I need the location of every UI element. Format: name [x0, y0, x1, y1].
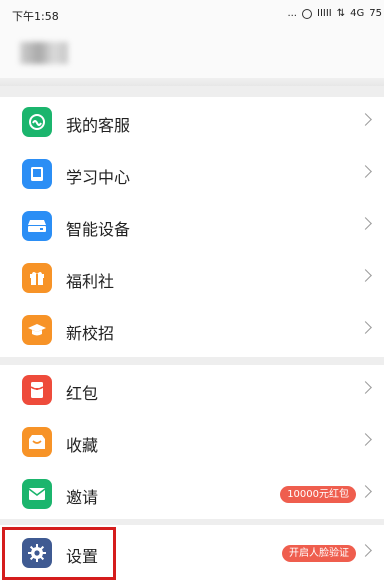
- menu-item-favorites[interactable]: 收藏: [0, 417, 384, 469]
- customer-service-icon: [22, 107, 52, 137]
- collection-box-icon: [22, 427, 52, 457]
- status-time: 下午1:58: [12, 10, 59, 23]
- menu-label: 收藏: [66, 436, 99, 455]
- face-verify-badge: 开启人脸验证: [282, 545, 356, 562]
- profile-header[interactable]: [0, 28, 384, 78]
- data-arrows-icon: ⇅: [336, 8, 346, 19]
- invite-reward-badge: 10000元红包: [280, 486, 356, 503]
- menu-item-campus-recruit[interactable]: 新校招: [0, 305, 384, 357]
- chevron-right-icon: [359, 433, 372, 446]
- menu-group-2: 红包 收藏 邀请 10000元红包: [0, 365, 384, 519]
- menu-label: 邀请: [66, 488, 99, 507]
- battery-level: 75: [369, 8, 382, 19]
- more-dots: ...: [287, 8, 297, 19]
- header-divider: [0, 78, 384, 86]
- chevron-right-icon: [359, 381, 372, 394]
- gift-icon: [22, 263, 52, 293]
- menu-label: 新校招: [66, 324, 115, 343]
- envelope-icon: [22, 479, 52, 509]
- menu-group-1: 我的客服 学习中心 智能设备 福利社 新校招: [0, 97, 384, 357]
- menu-label: 我的客服: [66, 116, 131, 135]
- menu-item-welfare[interactable]: 福利社: [0, 253, 384, 305]
- menu-item-smart-devices[interactable]: 智能设备: [0, 201, 384, 253]
- chevron-right-icon: [359, 217, 372, 230]
- chevron-right-icon: [359, 113, 372, 126]
- chevron-right-icon: [359, 321, 372, 334]
- menu-item-customer-service[interactable]: 我的客服: [0, 97, 384, 149]
- menu-label: 福利社: [66, 272, 115, 291]
- chevron-right-icon: [359, 544, 372, 557]
- chevron-right-icon: [359, 269, 372, 282]
- menu-item-red-packet[interactable]: 红包: [0, 365, 384, 417]
- status-bar: 下午1:58 ... IIIII ⇅ 4G 75: [0, 0, 384, 28]
- settings-highlight-box: [2, 527, 116, 580]
- graduation-cap-icon: [22, 315, 52, 345]
- menu-label: 学习中心: [66, 168, 131, 187]
- menu-item-invite[interactable]: 邀请 10000元红包: [0, 469, 384, 521]
- chevron-right-icon: [359, 165, 372, 178]
- menu-label: 智能设备: [66, 220, 131, 239]
- menu-item-learning-center[interactable]: 学习中心: [0, 149, 384, 201]
- red-packet-icon: [22, 375, 52, 405]
- blurred-username: [20, 42, 68, 64]
- alarm-icon: [302, 8, 312, 19]
- device-icon: [22, 211, 52, 241]
- menu-label: 红包: [66, 384, 99, 403]
- status-indicators: ... IIIII ⇅ 4G 75: [287, 8, 382, 19]
- book-icon: [22, 159, 52, 189]
- signal-icon: IIIII: [317, 8, 332, 19]
- network-type: 4G: [350, 8, 365, 19]
- chevron-right-icon: [359, 485, 372, 498]
